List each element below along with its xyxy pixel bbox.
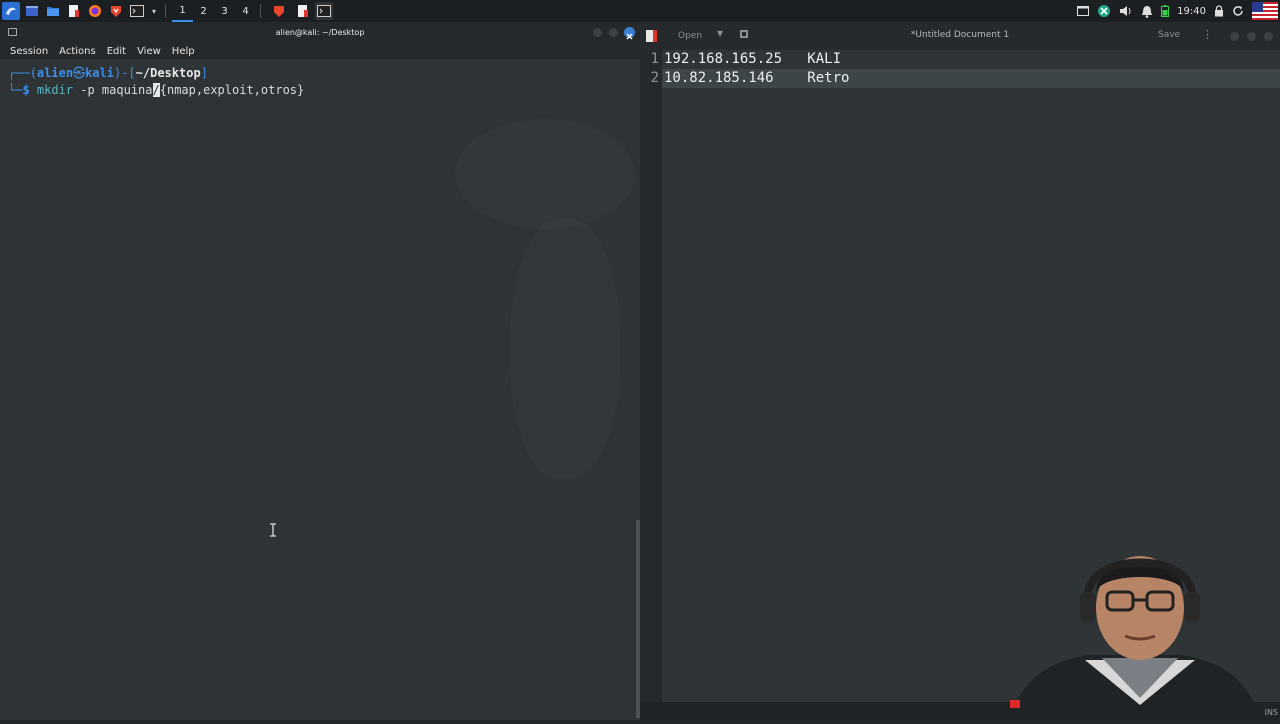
lock-icon[interactable]: [1214, 5, 1224, 17]
text-line-current[interactable]: 10.82.185.146 Retro: [662, 69, 1280, 88]
network-icon[interactable]: [1097, 4, 1111, 18]
battery-icon[interactable]: [1161, 5, 1170, 17]
burp-icon[interactable]: [107, 2, 125, 20]
workspace-1[interactable]: 1: [172, 0, 193, 22]
text-cursor: /: [152, 83, 160, 97]
close-icon[interactable]: [1264, 32, 1273, 41]
prompt-host: kali: [85, 66, 114, 80]
volume-icon[interactable]: [1119, 5, 1133, 17]
clock[interactable]: 19:40: [1177, 6, 1206, 17]
kali-menu-icon[interactable]: [2, 2, 20, 20]
refresh-icon[interactable]: [1232, 5, 1244, 17]
presenter-image: [1010, 556, 1260, 720]
prompt-line: ┌──(alien㉿kali)-[~/Desktop]: [8, 66, 208, 80]
line-number: 1: [650, 51, 659, 67]
terminal-menubar: Session Actions Edit View Help: [0, 43, 640, 59]
save-button[interactable]: Save: [1158, 30, 1180, 40]
command-args-rest: {nmap,exploit,otros}: [159, 83, 305, 97]
system-tray: 19:40: [1077, 0, 1280, 22]
webcam-overlay: [990, 530, 1280, 720]
workspace-4[interactable]: 4: [235, 0, 256, 22]
text-line[interactable]: 192.168.165.25 KALI: [662, 50, 1280, 69]
mouse-ibeam-cursor: [269, 522, 277, 537]
kali-watermark: [455, 119, 635, 229]
text-editor-icon[interactable]: [65, 2, 83, 20]
terminal-window[interactable]: alien@kali: ~/Desktop Session Actions Ed…: [0, 22, 640, 720]
kali-watermark-tail: [510, 219, 620, 479]
separator: [260, 4, 261, 18]
prompt-path: ~/Desktop: [135, 66, 201, 80]
window-icon[interactable]: [1077, 6, 1090, 16]
editor-text-area[interactable]: 192.168.165.25 KALI 10.82.185.146 Retro: [662, 50, 1280, 88]
menu-session[interactable]: Session: [10, 46, 48, 57]
maximize-icon[interactable]: [1247, 32, 1256, 41]
minimize-icon[interactable]: [1230, 32, 1239, 41]
terminal-icon[interactable]: [128, 2, 146, 20]
workspace-3[interactable]: 3: [214, 0, 235, 22]
menu-actions[interactable]: Actions: [59, 46, 96, 57]
menu-help[interactable]: Help: [172, 46, 195, 57]
workspace-2[interactable]: 2: [193, 0, 214, 22]
separator: [165, 4, 166, 18]
terminal-titlebar[interactable]: alien@kali: ~/Desktop: [0, 22, 640, 43]
top-panel: ▾ 1 2 3 4 19:40: [0, 0, 1280, 22]
command-line[interactable]: └─$ mkdir -p maquina/{nmap,exploit,otros…: [8, 82, 634, 99]
terminal-task-icon[interactable]: [315, 2, 333, 20]
terminal-title: alien@kali: ~/Desktop: [275, 28, 365, 37]
editor-headerbar[interactable]: Open ▼ *Untitled Document 1 Save ⋮: [640, 22, 1280, 50]
chevron-down-icon[interactable]: ▾: [149, 2, 159, 20]
us-flag-icon[interactable]: [1252, 2, 1278, 20]
menu-view[interactable]: View: [137, 46, 161, 57]
terminal-output[interactable]: ┌──(alien㉿kali)-[~/Desktop] └─$ mkdir -p…: [0, 59, 634, 720]
bell-icon[interactable]: [1141, 5, 1153, 18]
close-icon[interactable]: [624, 27, 635, 40]
maximize-icon[interactable]: [609, 28, 618, 37]
minimize-icon[interactable]: [593, 28, 602, 37]
show-desktop-icon[interactable]: [23, 2, 41, 20]
text-editor-task-icon[interactable]: [294, 2, 312, 20]
line-number-gutter: 1 2: [640, 50, 662, 720]
firefox-icon[interactable]: [86, 2, 104, 20]
command-args: -p maquina: [73, 83, 153, 97]
command-name: mkdir: [36, 83, 74, 97]
line-number: 2: [650, 70, 659, 86]
burp-task-icon[interactable]: [270, 2, 288, 20]
window-menu-icon[interactable]: [8, 28, 17, 36]
prompt-user: alien: [36, 66, 74, 80]
document-title: *Untitled Document 1: [910, 30, 1010, 40]
file-manager-icon[interactable]: [44, 2, 62, 20]
hamburger-menu-icon[interactable]: ⋮: [1202, 28, 1213, 41]
menu-edit[interactable]: Edit: [107, 46, 126, 57]
